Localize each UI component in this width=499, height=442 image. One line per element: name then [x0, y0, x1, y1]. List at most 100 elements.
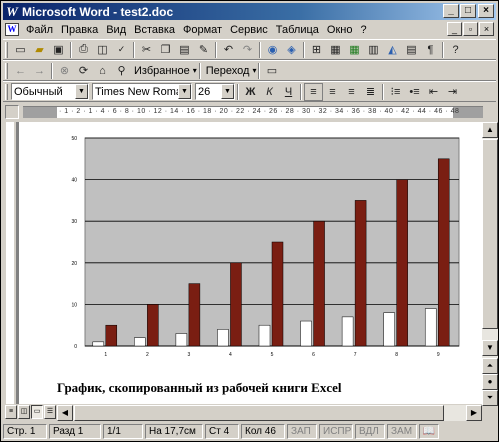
- favorites-menu[interactable]: Избранное: [131, 65, 193, 77]
- page-layout-view-icon[interactable]: ▭: [31, 405, 43, 419]
- increase-indent-icon[interactable]: ⇥: [443, 83, 462, 101]
- outline-view-icon[interactable]: ☰: [44, 405, 56, 419]
- insert-excel-icon[interactable]: ▦: [345, 41, 364, 59]
- help-icon[interactable]: ?: [446, 41, 465, 59]
- favorites-arrow[interactable]: ▾: [193, 66, 197, 75]
- status-trk[interactable]: ИСПР: [319, 424, 353, 439]
- menu-edit[interactable]: Правка: [57, 24, 102, 36]
- status-ovr[interactable]: ЗАМ: [387, 424, 417, 439]
- menu-file[interactable]: Файл: [22, 24, 57, 36]
- document-icon[interactable]: W: [5, 23, 19, 36]
- show-hide-icon[interactable]: ¶: [421, 41, 440, 59]
- drawing-icon[interactable]: ◭: [383, 41, 402, 59]
- doc-minimize-button[interactable]: _: [447, 22, 462, 36]
- align-center-icon[interactable]: ≡: [323, 83, 342, 101]
- redo-icon[interactable]: ↷: [238, 41, 257, 59]
- bullets-icon[interactable]: •≡: [405, 83, 424, 101]
- back-icon[interactable]: ←: [11, 62, 30, 80]
- chevron-down-icon[interactable]: ▼: [221, 84, 234, 99]
- align-left-icon[interactable]: ≡: [304, 82, 323, 101]
- next-page-icon[interactable]: ⏷: [482, 390, 498, 406]
- title-bar[interactable]: W Microsoft Word - test2.doc _ □ ×: [3, 3, 496, 20]
- document-page[interactable]: 0 10 20 30 40 50 1 2 3 4 5 6 7 8 9 График, скопированн…: [19, 122, 482, 404]
- menu-help[interactable]: ?: [356, 24, 370, 36]
- x-tick-label: 7: [354, 352, 357, 358]
- toolbar-grip[interactable]: [5, 83, 8, 100]
- tables-borders-icon[interactable]: ⊞: [307, 41, 326, 59]
- decrease-indent-icon[interactable]: ⇤: [424, 83, 443, 101]
- italic-button[interactable]: К: [260, 83, 279, 101]
- undo-icon[interactable]: ↶: [219, 41, 238, 59]
- paste-icon[interactable]: ▤: [175, 41, 194, 59]
- menu-format[interactable]: Формат: [179, 24, 226, 36]
- horizontal-scroll-thumb[interactable]: [74, 405, 444, 421]
- menu-view[interactable]: Вид: [102, 24, 130, 36]
- home-icon[interactable]: ⌂: [93, 62, 112, 80]
- scroll-up-icon[interactable]: ▲: [482, 122, 498, 138]
- browse-object-icon[interactable]: ●: [482, 374, 498, 390]
- vertical-scrollbar[interactable]: ▲ ▼ ⏶ ● ⏷: [482, 122, 498, 406]
- goto-arrow[interactable]: ▾: [252, 66, 256, 75]
- menu-insert[interactable]: Вставка: [130, 24, 179, 36]
- print-icon[interactable]: ⎙: [74, 41, 93, 59]
- align-right-icon[interactable]: ≡: [342, 83, 361, 101]
- spelling-icon[interactable]: ✓: [112, 41, 131, 59]
- menu-tools[interactable]: Сервис: [226, 24, 272, 36]
- web-view-icon[interactable]: ◫: [18, 405, 30, 419]
- numbering-icon[interactable]: ⁝≡: [386, 83, 405, 101]
- bar-series-1: [217, 329, 229, 347]
- open-icon[interactable]: ▰: [30, 41, 49, 59]
- document-caption: График, скопированный из рабочей книги E…: [57, 380, 342, 395]
- doc-close-button[interactable]: ×: [479, 22, 494, 36]
- maximize-button[interactable]: □: [460, 4, 476, 18]
- show-only-web-toolbar-icon[interactable]: ▭: [262, 62, 281, 80]
- normal-view-icon[interactable]: ≡: [5, 405, 17, 419]
- font-select[interactable]: Times New Roman ▼: [92, 83, 192, 100]
- bold-button[interactable]: Ж: [241, 83, 260, 101]
- document-map-icon[interactable]: ▤: [402, 41, 421, 59]
- tab-stop-selector[interactable]: [5, 105, 19, 119]
- hyperlink-icon[interactable]: ◉: [263, 41, 282, 59]
- columns-icon[interactable]: ▥: [364, 41, 383, 59]
- minimize-button[interactable]: _: [443, 4, 459, 18]
- doc-restore-button[interactable]: ▫: [463, 22, 478, 36]
- horizontal-scrollbar[interactable]: ◀ ▶: [57, 405, 482, 421]
- status-ext[interactable]: ВДЛ: [355, 424, 385, 439]
- font-size-select[interactable]: 26 ▼: [195, 83, 235, 100]
- stop-icon[interactable]: ⊗: [55, 62, 74, 80]
- menu-table[interactable]: Таблица: [272, 24, 323, 36]
- embedded-chart[interactable]: 0 10 20 30 40 50 1 2 3 4 5 6 7 8 9: [23, 128, 469, 368]
- toolbar-grip[interactable]: [5, 41, 8, 58]
- forward-icon[interactable]: →: [30, 62, 49, 80]
- chevron-down-icon[interactable]: ▼: [75, 84, 88, 99]
- search-web-icon[interactable]: ⚲: [112, 62, 131, 80]
- close-button[interactable]: ×: [478, 4, 494, 18]
- book-icon[interactable]: 📖: [419, 424, 439, 439]
- cut-icon[interactable]: ✂: [137, 41, 156, 59]
- word-icon[interactable]: W: [5, 4, 19, 19]
- goto-menu[interactable]: Переход: [203, 65, 253, 77]
- save-icon[interactable]: ▣: [49, 41, 68, 59]
- previous-page-icon[interactable]: ⏶: [482, 358, 498, 374]
- refresh-icon[interactable]: ⟳: [74, 62, 93, 80]
- horizontal-ruler[interactable]: · 1 · 2 · 1 · 4 · 6 · 8 · 10 · 12 · 14 ·…: [23, 106, 483, 118]
- print-preview-icon[interactable]: ◫: [93, 41, 112, 59]
- status-rec[interactable]: ЗАП: [287, 424, 317, 439]
- format-painter-icon[interactable]: ✎: [194, 41, 213, 59]
- vertical-ruler[interactable]: [3, 122, 17, 404]
- scroll-down-icon[interactable]: ▼: [482, 340, 498, 356]
- toolbar-grip[interactable]: [5, 62, 8, 79]
- vertical-scroll-thumb[interactable]: [482, 139, 498, 329]
- underline-button[interactable]: Ч: [279, 83, 298, 101]
- web-toolbar-icon[interactable]: ◈: [282, 41, 301, 59]
- chevron-down-icon[interactable]: ▼: [178, 84, 191, 99]
- justify-icon[interactable]: ≣: [361, 83, 380, 101]
- insert-table-icon[interactable]: ▦: [326, 41, 345, 59]
- scroll-left-icon[interactable]: ◀: [57, 405, 73, 421]
- style-select[interactable]: Обычный ▼: [11, 83, 89, 100]
- copy-icon[interactable]: ❐: [156, 41, 175, 59]
- bar-series-2: [105, 324, 118, 347]
- new-icon[interactable]: ▭: [11, 41, 30, 59]
- scroll-right-icon[interactable]: ▶: [466, 405, 482, 421]
- menu-window[interactable]: Окно: [323, 24, 357, 36]
